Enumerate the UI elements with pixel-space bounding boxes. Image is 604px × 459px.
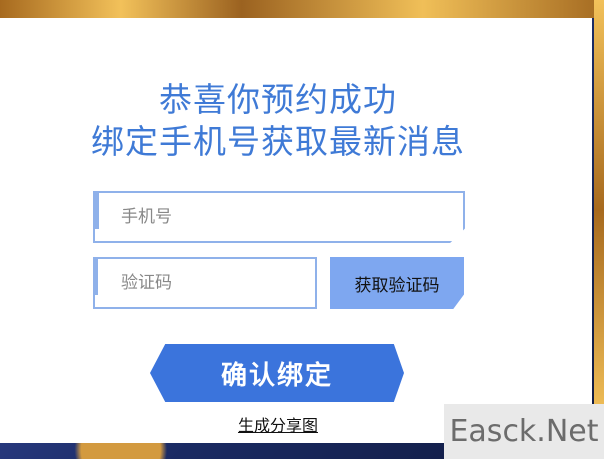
gold-trim-top: [0, 0, 604, 18]
bind-phone-subtitle: 绑定手机号获取最新消息: [91, 122, 465, 161]
get-code-button[interactable]: 获取验证码: [330, 257, 464, 309]
phone-field-wrapper: [93, 191, 465, 243]
code-field-wrapper: [93, 257, 317, 309]
confirm-bind-button[interactable]: 确认绑定: [150, 344, 404, 402]
verification-code-input[interactable]: [95, 259, 315, 307]
gold-trim-right: [594, 0, 604, 420]
watermark: Easck.Net: [444, 404, 604, 459]
phone-input[interactable]: [95, 193, 463, 241]
success-title: 恭喜你预约成功: [159, 80, 397, 119]
binding-card: 恭喜你预约成功 绑定手机号获取最新消息 获取验证码 确认绑定 生成分享图: [0, 18, 592, 443]
